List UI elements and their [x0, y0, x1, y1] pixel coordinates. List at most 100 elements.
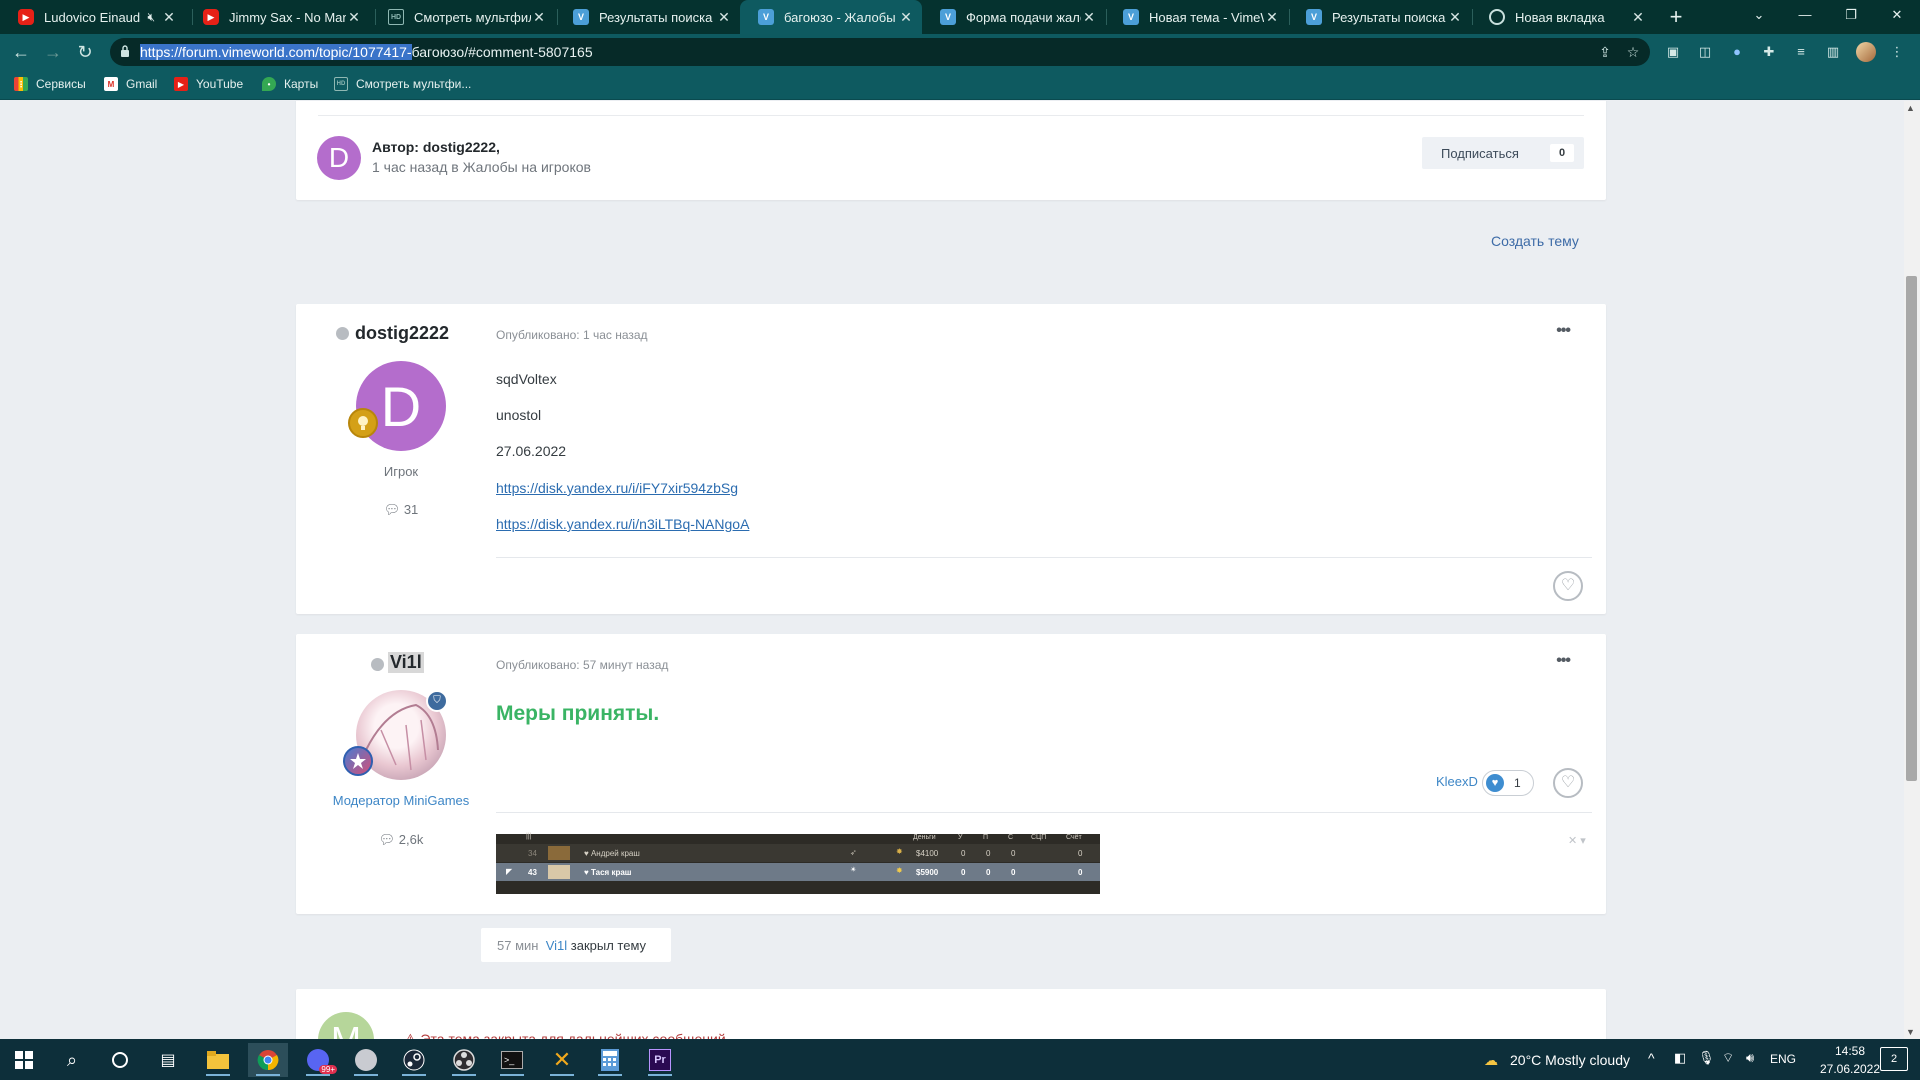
chrome-taskbar-icon[interactable]: [248, 1043, 288, 1077]
post-more-icon[interactable]: •••: [1556, 652, 1571, 670]
tab-ludovico[interactable]: ▶ Ludovico Einaudi 🔇︎ ✕: [0, 0, 185, 34]
obs-icon[interactable]: [444, 1043, 484, 1077]
close-icon[interactable]: ✕: [898, 9, 914, 26]
post-link[interactable]: https://disk.yandex.ru/i/iFY7xir594zbSg: [496, 480, 738, 496]
scrollbar-thumb[interactable]: [1906, 276, 1917, 781]
clock-time[interactable]: 14:58: [1818, 1044, 1882, 1058]
volume-icon[interactable]: 🔊︎: [1746, 1050, 1754, 1066]
discord-icon[interactable]: 99+: [298, 1043, 338, 1077]
kebab-menu-icon[interactable]: ⋮: [1888, 43, 1906, 61]
close-icon[interactable]: ✕: [1447, 9, 1463, 26]
calculator-icon[interactable]: [590, 1043, 630, 1077]
scroll-up-arrow-icon[interactable]: ▲: [1906, 103, 1915, 113]
clock-date[interactable]: 27.06.2022: [1814, 1062, 1886, 1076]
tab-new-tab[interactable]: Новая вкладка ✕: [1471, 0, 1654, 34]
close-icon[interactable]: ✕: [1630, 9, 1646, 26]
bookmark-youtube[interactable]: ▶ YouTube: [174, 77, 243, 91]
scroll-down-arrow-icon[interactable]: ▼: [1906, 1027, 1915, 1037]
weather-text[interactable]: 20°C Mostly cloudy: [1510, 1052, 1630, 1068]
tray-app-icon[interactable]: ◧: [1674, 1050, 1686, 1066]
author-avatar[interactable]: D: [317, 136, 361, 180]
closed-event-time[interactable]: 57 мин: [497, 938, 538, 953]
react-heart-button[interactable]: ♡: [1553, 768, 1583, 798]
pip-extension-icon[interactable]: ◫: [1696, 43, 1714, 61]
game-x-icon[interactable]: ✕: [542, 1043, 582, 1077]
close-icon[interactable]: ✕: [716, 9, 732, 26]
profile-avatar[interactable]: [1856, 42, 1876, 62]
search-icon[interactable]: ⌕: [52, 1043, 92, 1077]
speaker-muted-icon[interactable]: 🔇︎: [147, 10, 155, 25]
file-explorer-icon[interactable]: [198, 1043, 238, 1077]
reaction-user-link[interactable]: KleexD: [1436, 774, 1478, 789]
wifi-icon[interactable]: ⌔: [1722, 1050, 1734, 1066]
signature-toggle-icon[interactable]: ✕ ▾: [1568, 834, 1586, 847]
current-user-avatar[interactable]: M: [318, 1012, 374, 1039]
restore-button[interactable]: ❐: [1828, 0, 1874, 30]
tab-complaint-form[interactable]: V Форма подачи жалоб ✕: [922, 0, 1105, 34]
microphone-icon[interactable]: 🎙︎: [1698, 1050, 1715, 1066]
cortana-icon[interactable]: [100, 1043, 140, 1077]
tab-new-topic[interactable]: V Новая тема - VimeWo ✕: [1105, 0, 1288, 34]
post-published-time[interactable]: Опубликовано: 57 минут назад: [496, 658, 668, 672]
bookmark-star-icon[interactable]: ☆: [1624, 43, 1642, 61]
star-badge-icon: [343, 746, 373, 776]
close-icon[interactable]: ✕: [1264, 9, 1280, 26]
url-text[interactable]: https://forum.vimeworld.com/topic/107741…: [140, 44, 593, 60]
topic-author[interactable]: Автор: dostig2222,: [372, 139, 500, 155]
premiere-pro-icon[interactable]: Pr: [640, 1043, 680, 1077]
lock-icon[interactable]: [120, 45, 130, 57]
post-text-line: unostol: [496, 407, 542, 423]
tab-bagouzo-active[interactable]: V багоюзо - Жалобы на ✕: [740, 0, 922, 34]
bookmark-cartoons[interactable]: HD Смотреть мультфи...: [334, 77, 471, 91]
search-extension-icon[interactable]: ●: [1728, 43, 1746, 61]
minimize-button[interactable]: —: [1782, 0, 1828, 30]
tab-jimmy-sax[interactable]: ▶ Jimmy Sax - No Man N ✕: [185, 0, 370, 34]
post-username[interactable]: dostig2222: [355, 323, 449, 344]
bookmark-maps[interactable]: • Карты: [262, 77, 318, 91]
signature-scoreboard-image[interactable]: ||| Деньги У П С СЦП Счёт 34 ♥ Андрей кр…: [496, 833, 1100, 894]
game-launcher-icon[interactable]: [346, 1043, 386, 1077]
side-panel-icon[interactable]: ▥: [1824, 43, 1842, 61]
puzzle-icon[interactable]: ✚: [1760, 43, 1778, 61]
close-icon[interactable]: ✕: [161, 9, 177, 26]
create-topic-link[interactable]: Создать тему: [1491, 233, 1579, 249]
close-icon[interactable]: ✕: [346, 9, 362, 26]
bookmark-gmail[interactable]: M Gmail: [104, 77, 157, 91]
input-language[interactable]: ENG: [1770, 1052, 1796, 1066]
tab-search-results-1[interactable]: V Результаты поиска по ✕: [555, 0, 740, 34]
closed-event-user[interactable]: Vi1l: [546, 938, 567, 953]
forward-arrow-icon[interactable]: →: [40, 39, 66, 65]
new-tab-button[interactable]: +: [1662, 4, 1690, 32]
react-heart-button[interactable]: ♡: [1553, 571, 1583, 601]
steam-icon[interactable]: [394, 1043, 434, 1077]
bookmark-services[interactable]: ⋮ Сервисы: [14, 77, 86, 91]
tab-search-results-2[interactable]: V Результаты поиска по ✕: [1288, 0, 1471, 34]
post-username[interactable]: Vi1l: [388, 652, 424, 673]
share-icon[interactable]: ⇪: [1596, 43, 1614, 61]
subscribe-button[interactable]: Подписаться 0: [1422, 137, 1584, 169]
address-bar[interactable]: https://forum.vimeworld.com/topic/107741…: [110, 38, 1650, 66]
close-icon[interactable]: ✕: [531, 9, 547, 26]
tab-cartoons[interactable]: HD Смотреть мультфильм ✕: [370, 0, 555, 34]
task-view-icon[interactable]: ▤: [148, 1043, 188, 1077]
terminal-icon[interactable]: >_: [492, 1043, 532, 1077]
closed-event-action: закрыл тему: [570, 938, 647, 953]
close-icon[interactable]: ✕: [1081, 9, 1097, 26]
reaction-count-pill[interactable]: ♥ 1: [1482, 770, 1534, 796]
hd-icon: HD: [334, 77, 348, 91]
post-more-icon[interactable]: •••: [1556, 322, 1571, 340]
heart-reaction-icon: ♥: [1486, 774, 1504, 792]
post-user-role[interactable]: Модератор MiniGames: [296, 793, 506, 808]
back-arrow-icon[interactable]: ←: [8, 39, 34, 65]
post-published-time[interactable]: Опубликовано: 1 час назад: [496, 328, 648, 342]
reading-list-icon[interactable]: ≡: [1792, 43, 1810, 61]
tray-chevron-icon[interactable]: ^: [1648, 1050, 1655, 1066]
cast-extension-icon[interactable]: ▣: [1664, 43, 1682, 61]
weather-cloud-icon[interactable]: ☁: [1476, 1043, 1506, 1077]
reload-icon[interactable]: ↻: [72, 39, 98, 65]
tab-search-chevron-icon[interactable]: ⌄: [1736, 0, 1782, 30]
notification-center-icon[interactable]: 2: [1880, 1047, 1908, 1071]
windows-start-icon[interactable]: [4, 1043, 44, 1077]
post-link[interactable]: https://disk.yandex.ru/i/n3iLTBq-NANgoA: [496, 516, 749, 532]
window-close-button[interactable]: ✕: [1874, 0, 1920, 30]
